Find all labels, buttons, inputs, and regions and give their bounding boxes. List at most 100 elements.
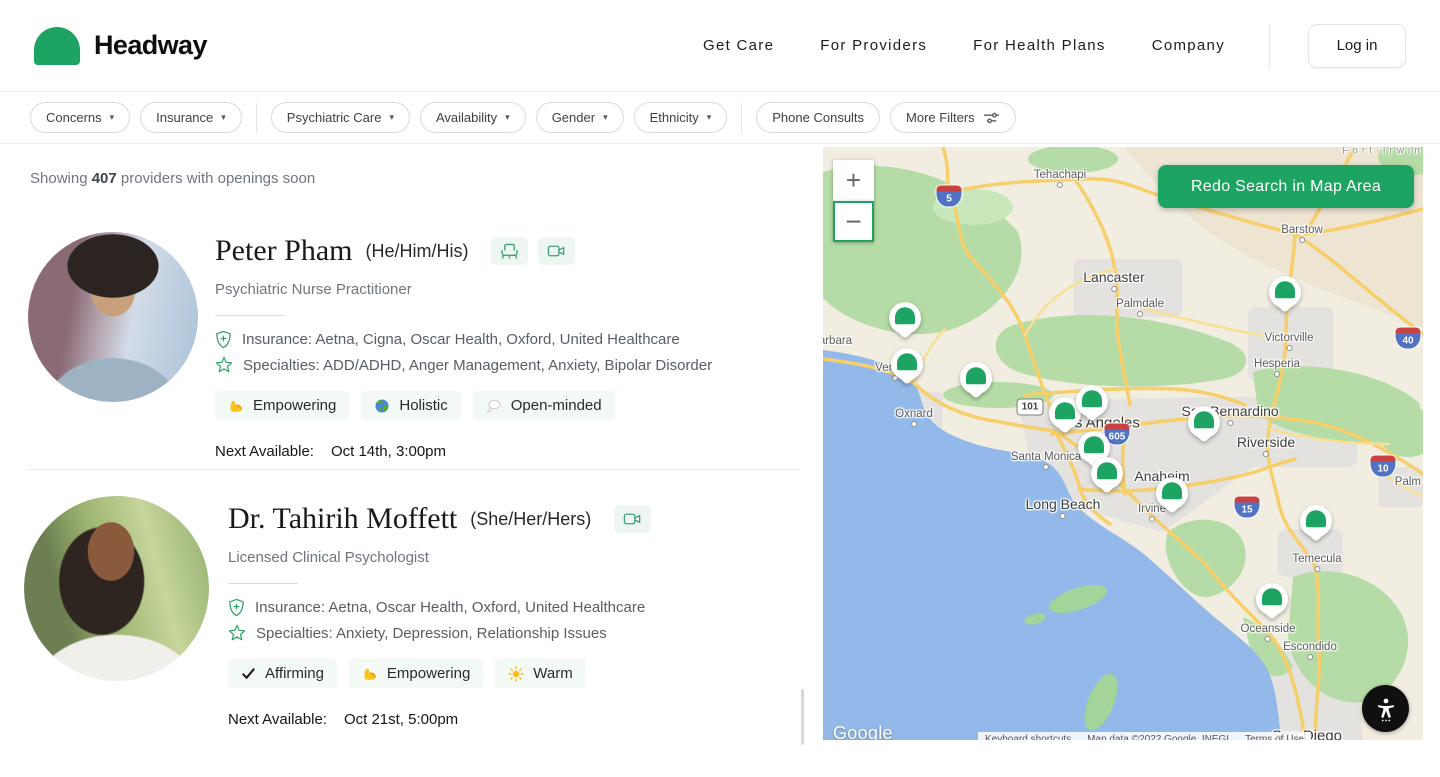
- map-label: Riverside: [1237, 434, 1295, 450]
- results-count: Showing 407 providers with openings soon: [30, 170, 315, 187]
- sliders-icon: [983, 112, 1000, 124]
- map-label: Victorville: [1265, 332, 1314, 344]
- chevron-down-icon: ▾: [221, 112, 226, 123]
- map-label: Lancaster: [1083, 269, 1144, 285]
- provider-map-pin[interactable]: [1156, 477, 1188, 521]
- badge-label: Empowering: [253, 397, 336, 414]
- provider-insurance: Insurance: Aetna, Oscar Health, Oxford, …: [255, 599, 645, 616]
- provider-details: Peter Pham (He/Him/His): [215, 232, 712, 460]
- next-available-label: Next Available:: [215, 443, 314, 460]
- shield-plus-icon: [215, 330, 232, 349]
- provider-map-pin[interactable]: [1091, 457, 1123, 501]
- video-camera-icon: [547, 244, 566, 258]
- results-map[interactable]: Fort IrwinTehachapiBarstowLancasterPalmd…: [823, 147, 1423, 740]
- accessibility-icon: [1373, 696, 1399, 722]
- nav-for-health-plans[interactable]: For Health Plans: [973, 37, 1106, 54]
- next-available-value: Oct 21st, 5:00pm: [344, 711, 458, 728]
- provider-card[interactable]: Peter Pham (He/Him/His): [28, 232, 712, 460]
- map-label: Santa Barbara: [823, 335, 852, 347]
- trait-badges: Empowering Holistic: [215, 391, 712, 420]
- provider-card[interactable]: Dr. Tahirih Moffett (She/Her/Hers) Licen…: [24, 496, 651, 728]
- nav-company[interactable]: Company: [1152, 37, 1225, 54]
- star-icon: [215, 356, 233, 374]
- nav-for-providers[interactable]: For Providers: [820, 37, 927, 54]
- map-label: Tehachapi: [1034, 169, 1086, 181]
- login-button[interactable]: Log in: [1308, 24, 1406, 68]
- chair-icon: [500, 243, 519, 260]
- provider-map-pin[interactable]: [1300, 505, 1332, 549]
- map-label: Long Beach: [1026, 496, 1101, 512]
- trait-badge: Open-minded: [473, 391, 615, 420]
- provider-map-pin[interactable]: [1256, 583, 1288, 627]
- keyboard-shortcuts-link[interactable]: Keyboard shortcuts: [985, 734, 1071, 740]
- filter-label: Gender: [552, 110, 595, 125]
- chevron-down-icon: ▾: [110, 112, 115, 123]
- google-logo: Google: [833, 723, 893, 740]
- results-count-prefix: Showing: [30, 170, 88, 187]
- map-data-credit: Map data ©2022 Google, INEGI: [1087, 734, 1229, 740]
- provider-map-pin[interactable]: [891, 348, 923, 392]
- results-count-number: 407: [92, 170, 117, 187]
- shield-plus-icon: [228, 598, 245, 617]
- video-session-chip: [538, 237, 575, 265]
- provider-details: Dr. Tahirih Moffett (She/Her/Hers) Licen…: [228, 496, 651, 728]
- map-label: Santa Monica: [1011, 451, 1081, 463]
- map-label: Palm Springs: [1395, 476, 1423, 488]
- headway-wordmark: Headway: [94, 30, 207, 61]
- thought-bubble-icon: [486, 398, 502, 414]
- filter-label: Availability: [436, 110, 497, 125]
- trait-badge: Empowering: [349, 659, 483, 688]
- in-person-session-chip: [491, 237, 528, 265]
- badge-label: Open-minded: [511, 397, 602, 414]
- provider-insurance: Insurance: Aetna, Cigna, Oscar Health, O…: [242, 331, 680, 348]
- nav-get-care[interactable]: Get Care: [703, 37, 774, 54]
- terms-of-use-link[interactable]: Terms of Use: [1245, 734, 1304, 740]
- provider-name[interactable]: Peter Pham: [215, 234, 352, 268]
- filter-label: Ethnicity: [650, 110, 699, 125]
- map-label: Barstow: [1281, 224, 1323, 236]
- chevron-down-icon: ▾: [389, 112, 394, 123]
- map-label: Escondido: [1283, 641, 1337, 653]
- filter-label: Phone Consults: [772, 110, 864, 125]
- redo-search-button[interactable]: Redo Search in Map Area: [1158, 165, 1414, 208]
- filter-availability[interactable]: Availability ▾: [420, 102, 526, 133]
- filter-label: More Filters: [906, 110, 975, 125]
- list-scrollbar[interactable]: [801, 689, 804, 745]
- trait-badge: Warm: [495, 659, 585, 688]
- results-count-suffix: providers with openings soon: [121, 170, 315, 187]
- filter-insurance[interactable]: Insurance ▾: [140, 102, 242, 133]
- provider-title: Psychiatric Nurse Practitioner: [215, 281, 712, 298]
- filter-psychiatric-care[interactable]: Psychiatric Care ▾: [271, 102, 410, 133]
- provider-photo[interactable]: [24, 496, 209, 681]
- accessibility-button[interactable]: [1362, 685, 1409, 732]
- video-session-chip: [614, 505, 651, 533]
- filter-label: Concerns: [46, 110, 102, 125]
- globe-icon: [374, 398, 390, 414]
- zoom-out-button[interactable]: −: [833, 201, 874, 242]
- trait-badges: Affirming Empowering: [228, 659, 651, 688]
- map-label: Palmdale: [1116, 298, 1164, 310]
- provider-specialties: Specialties: Anxiety, Depression, Relati…: [256, 625, 607, 642]
- map-label: Temecula: [1292, 553, 1341, 565]
- zoom-in-button[interactable]: +: [833, 160, 874, 201]
- nav-links: Get Care For Providers For Health Plans …: [703, 37, 1225, 54]
- filter-gender[interactable]: Gender ▾: [536, 102, 624, 133]
- provider-map-pin[interactable]: [1188, 406, 1220, 450]
- provider-map-pin[interactable]: [889, 302, 921, 346]
- provider-list: Showing 407 providers with openings soon…: [0, 144, 812, 777]
- next-available: Next Available: Oct 14th, 3:00pm: [215, 443, 712, 460]
- provider-map-pin[interactable]: [1269, 276, 1301, 320]
- provider-map-pin[interactable]: [960, 362, 992, 406]
- filter-concerns[interactable]: Concerns ▾: [30, 102, 130, 133]
- filter-more-filters[interactable]: More Filters: [890, 102, 1016, 133]
- provider-map-pin[interactable]: [1076, 385, 1108, 429]
- provider-photo[interactable]: [28, 232, 198, 402]
- provider-pronouns: (She/Her/Hers): [470, 509, 591, 530]
- filter-ethnicity[interactable]: Ethnicity ▾: [634, 102, 728, 133]
- video-camera-icon: [623, 512, 642, 526]
- divider: [215, 315, 285, 316]
- filter-phone-consults[interactable]: Phone Consults: [756, 102, 880, 133]
- headway-logo[interactable]: Headway: [34, 27, 207, 65]
- badge-label: Empowering: [387, 665, 470, 682]
- provider-name[interactable]: Dr. Tahirih Moffett: [228, 502, 457, 536]
